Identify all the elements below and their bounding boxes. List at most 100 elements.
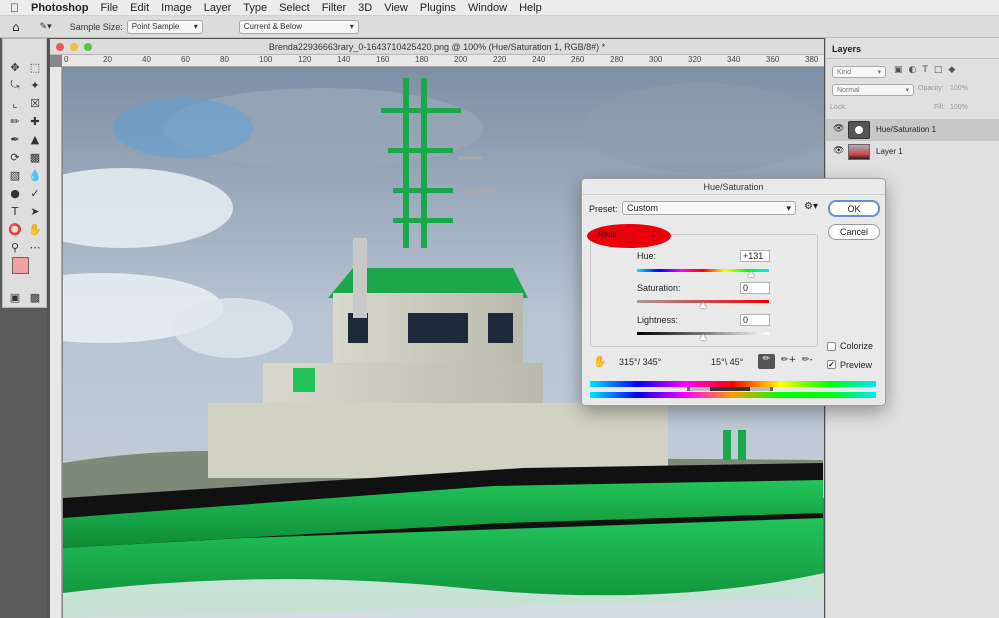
gradient-tool-icon[interactable]: ▧ <box>7 167 23 183</box>
path-selection-icon[interactable]: ➤ <box>27 203 43 219</box>
blend-mode-select[interactable]: Normal ▾ <box>832 84 914 96</box>
opacity-value[interactable]: 100% <box>950 85 968 92</box>
zoom-window-icon[interactable] <box>84 43 92 51</box>
horizontal-ruler: 0 20 40 60 80 100 120 140 160 180 200 220 240 260 280 3… <box>62 55 824 67</box>
subtract-from-sample-icon[interactable]: ✏- <box>802 355 813 365</box>
stamp-tool-icon[interactable]: ▲ <box>27 131 43 147</box>
ruler-tick-label: 260 <box>571 55 585 64</box>
lightness-input[interactable]: 0 <box>740 314 770 326</box>
type-tool-icon[interactable]: T <box>7 203 23 219</box>
range-selector[interactable] <box>687 387 773 391</box>
lightness-slider-thumb[interactable] <box>700 334 706 340</box>
apple-icon[interactable]:  <box>0 1 25 15</box>
minimize-window-icon[interactable] <box>70 43 78 51</box>
zoom-tool-icon[interactable]: ⚲ <box>7 239 23 255</box>
hue-saturation-dialog: Hue/Saturation Preset: Custom ▾ ⚙▾ OK Can… <box>581 178 886 406</box>
quick-mask-icon[interactable]: ▣ <box>7 289 23 305</box>
menu-file[interactable]: File <box>94 2 124 14</box>
layer-row[interactable]: 👁 Layer 1 <box>826 141 999 163</box>
adjustment-group <box>590 234 818 347</box>
ok-label: OK <box>847 203 861 214</box>
hand-tool-icon[interactable]: ✋ <box>27 221 43 237</box>
sample-size-select[interactable]: Point Sample ▾ <box>126 19 203 34</box>
menu-layer[interactable]: Layer <box>198 2 238 14</box>
eye-icon[interactable]: 👁 <box>833 124 844 134</box>
layers-tab[interactable]: Layers <box>832 44 861 54</box>
lock-label: Lock: <box>830 104 847 111</box>
ruler-tick-label: 0 <box>64 55 69 64</box>
eyedropper-tool-icon[interactable]: ✎▾ <box>40 22 52 32</box>
sample-layers-select[interactable]: Current & Below ▾ <box>238 19 359 34</box>
document-title: Brenda22936663rary_0-1643710425420.png @… <box>268 41 606 52</box>
preset-select[interactable]: Custom ▾ <box>622 201 796 215</box>
layer-row[interactable]: 👁 Hue/Saturation 1 <box>826 119 999 141</box>
hand-adjust-icon[interactable]: ✋ <box>593 355 607 368</box>
ruler-tick-label: 200 <box>454 55 468 64</box>
ruler-tick-label: 320 <box>688 55 702 64</box>
ruler-tick-label: 240 <box>532 55 546 64</box>
channel-select[interactable]: Reds ⌄ <box>598 230 656 242</box>
ruler-tick-label: 40 <box>142 55 151 64</box>
ruler-tick-label: 100 <box>259 55 273 64</box>
chevron-down-icon: ▾ <box>877 69 881 76</box>
document-title-bar: Brenda22936663rary_0-1643710425420.png @… <box>50 39 824 55</box>
foreground-color-swatch[interactable] <box>12 257 29 274</box>
eye-icon[interactable]: 👁 <box>833 146 844 156</box>
lasso-tool-icon[interactable]: ⤿ <box>7 77 23 93</box>
menu-window[interactable]: Window <box>462 2 513 14</box>
options-bar: ⌂ ✎▾ Sample Size: Point Sample ▾ Current … <box>0 16 999 38</box>
ruler-tick-label: 60 <box>181 55 190 64</box>
add-to-sample-icon[interactable]: ✏+ <box>781 355 796 365</box>
history-brush-icon[interactable]: ⟳ <box>7 149 23 165</box>
preset-label: Preset: <box>589 204 618 214</box>
marquee-tool-icon[interactable]: ⬚ <box>27 59 43 75</box>
layer-filter-kind[interactable]: Kind ▾ <box>832 66 886 78</box>
preset-options-gear-icon[interactable]: ⚙▾ <box>804 201 818 212</box>
close-window-icon[interactable] <box>56 43 64 51</box>
menu-view[interactable]: View <box>378 2 414 14</box>
healing-brush-icon[interactable]: ✚ <box>27 113 43 129</box>
menu-3d[interactable]: 3D <box>352 2 378 14</box>
hue-input[interactable]: +131 <box>740 250 770 262</box>
menu-image[interactable]: Image <box>155 2 198 14</box>
frame-tool-icon[interactable]: ☒ <box>27 95 43 111</box>
fill-value[interactable]: 100% <box>950 104 968 111</box>
colorize-label: Colorize <box>840 341 874 351</box>
app-menu[interactable]: Photoshop <box>25 2 94 14</box>
tools-panel: ✥ ⬚ ⤿ ✦ ⌞ ☒ ✏ ✚ ✒ ▲ ⟳ ▩ ▧ 💧 ● ✓ T ➤ ⭕ ✋ … <box>2 38 47 308</box>
saturation-label: Saturation: <box>637 283 681 293</box>
menu-edit[interactable]: Edit <box>124 2 155 14</box>
more-tools-icon[interactable]: ⋯ <box>27 239 43 255</box>
dodge-tool-icon[interactable]: ● <box>7 185 23 201</box>
menu-plugins[interactable]: Plugins <box>414 2 462 14</box>
eyedropper-icon[interactable]: ✏ <box>7 113 23 129</box>
saturation-slider-thumb[interactable] <box>700 302 706 308</box>
magic-wand-tool-icon[interactable]: ✦ <box>27 77 43 93</box>
range-right: 15°\ 45° <box>711 357 744 367</box>
colorize-checkbox[interactable] <box>827 342 836 351</box>
blur-tool-icon[interactable]: 💧 <box>27 167 43 183</box>
sample-size-value: Point Sample <box>131 22 180 31</box>
preview-checkbox[interactable]: ✓ <box>827 360 836 369</box>
menu-type[interactable]: Type <box>237 2 273 14</box>
eraser-tool-icon[interactable]: ▩ <box>27 149 43 165</box>
move-tool-icon[interactable]: ✥ <box>7 59 23 75</box>
ok-button[interactable]: OK <box>828 200 880 217</box>
home-icon[interactable]: ⌂ <box>12 20 20 34</box>
menu-select[interactable]: Select <box>273 2 316 14</box>
pen-tool-icon[interactable]: ✓ <box>27 185 43 201</box>
chevron-down-icon: ▾ <box>349 22 354 31</box>
ellipse-tool-icon[interactable]: ⭕ <box>7 221 23 237</box>
eyedropper-button[interactable]: ✏ <box>758 354 775 369</box>
ruler-tick-label: 220 <box>493 55 507 64</box>
menu-filter[interactable]: Filter <box>316 2 352 14</box>
layer-thumbnail <box>848 144 870 160</box>
crop-tool-icon[interactable]: ⌞ <box>7 95 23 111</box>
screen-mode-icon[interactable]: ▩ <box>27 289 43 305</box>
cancel-button[interactable]: Cancel <box>828 224 880 240</box>
hue-slider-thumb[interactable] <box>747 271 754 277</box>
brush-tool-icon[interactable]: ✒ <box>7 131 23 147</box>
menu-help[interactable]: Help <box>513 2 548 14</box>
saturation-input[interactable]: 0 <box>740 282 770 294</box>
filter-icons[interactable]: ▣◐T□◆ <box>894 65 961 75</box>
